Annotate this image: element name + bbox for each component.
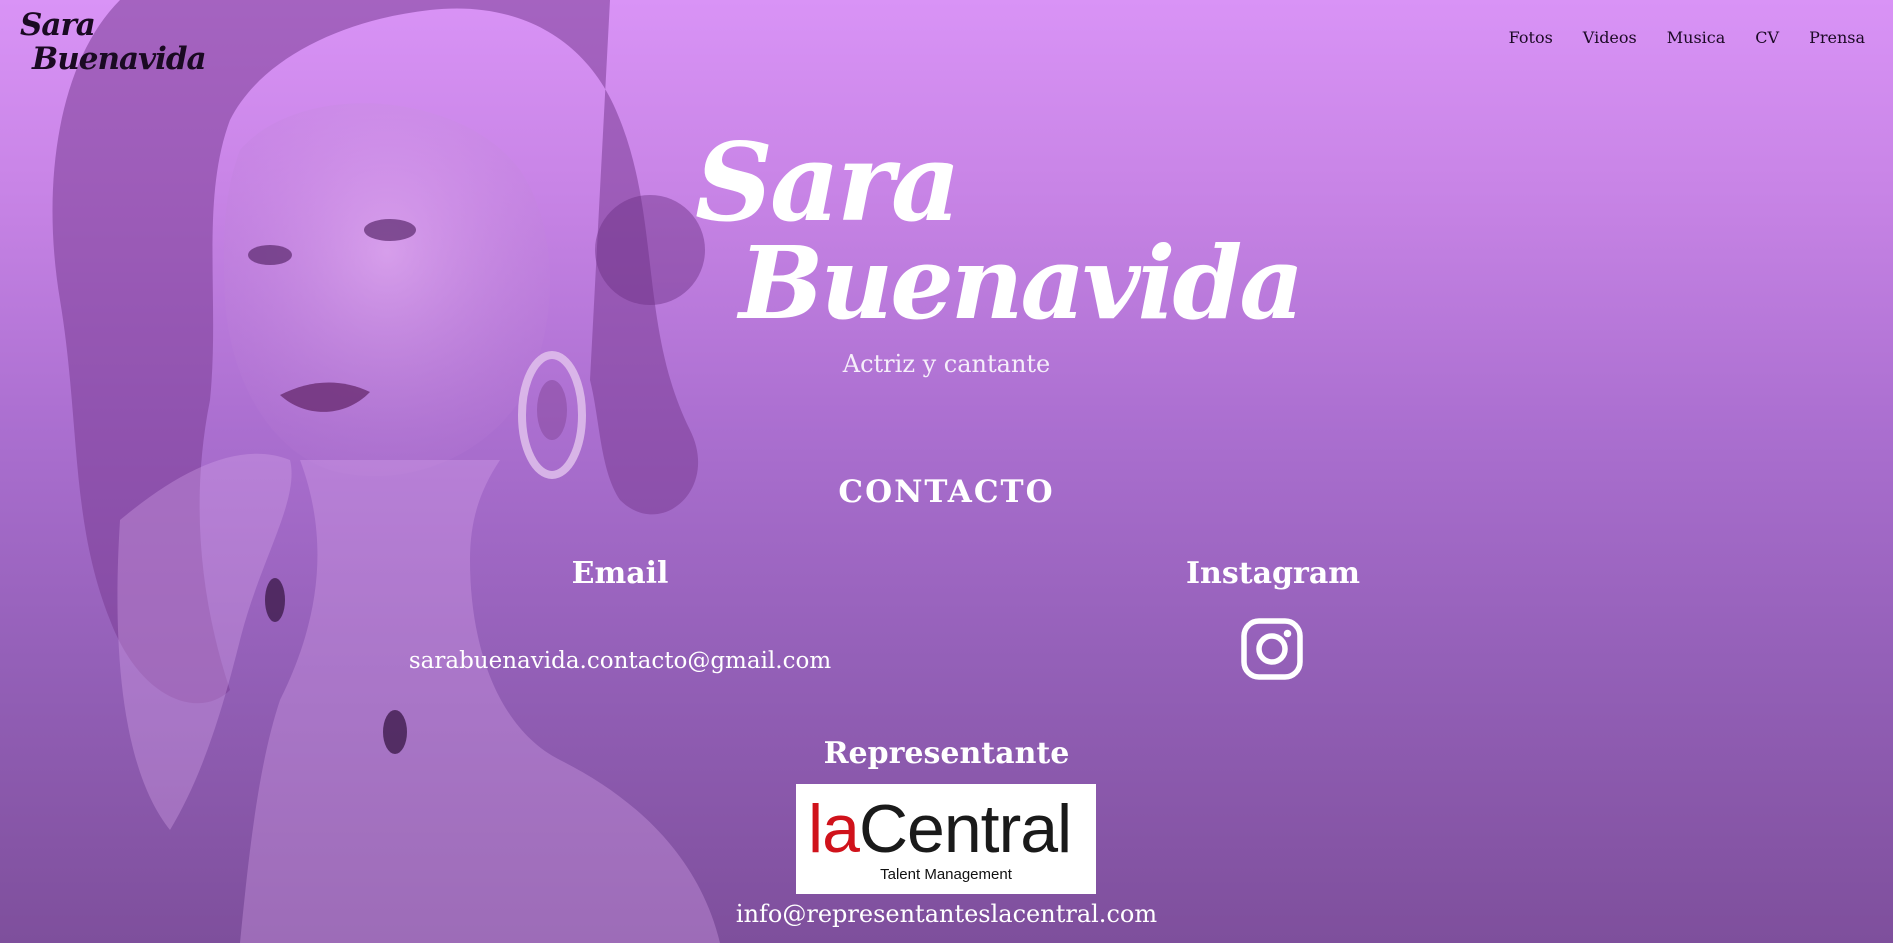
- nav-link-prensa[interactable]: Prensa: [1809, 28, 1865, 47]
- instagram-heading: Instagram: [1186, 556, 1360, 591]
- nav-link-musica[interactable]: Musica: [1667, 28, 1726, 47]
- agency-logo-text-red: la: [808, 791, 860, 867]
- main-navigation: Fotos Videos Musica CV Prensa: [1509, 28, 1865, 47]
- logo-text-line1: Sara: [20, 7, 96, 43]
- nav-link-fotos[interactable]: Fotos: [1509, 28, 1553, 47]
- site-logo[interactable]: Sara Buenavida: [20, 7, 207, 77]
- nav-link-cv[interactable]: CV: [1755, 28, 1779, 47]
- hero-subtitle: Actriz y cantante: [842, 350, 1051, 378]
- instagram-icon[interactable]: [1240, 617, 1304, 681]
- agency-logo-wordmark: laCentral: [808, 791, 1072, 867]
- hero-title-line2: Buenavida: [739, 224, 1304, 342]
- agency-logo-tagline: Talent Management: [880, 866, 1012, 883]
- agency-logo-text-black: Central: [858, 791, 1072, 867]
- contact-section-title: CONTACTO: [838, 474, 1055, 510]
- hero-title-line1: Sara: [695, 120, 961, 246]
- agency-logo[interactable]: laCentral Talent Management: [796, 784, 1096, 894]
- representative-heading: Representante: [823, 736, 1070, 771]
- email-link[interactable]: sarabuenavida.contacto@gmail.com: [380, 648, 860, 674]
- nav-link-videos[interactable]: Videos: [1583, 28, 1637, 47]
- logo-text-line2: Buenavida: [32, 41, 207, 77]
- email-heading: Email: [571, 556, 669, 591]
- agency-email-link[interactable]: info@representanteslacentral.com: [0, 900, 1893, 928]
